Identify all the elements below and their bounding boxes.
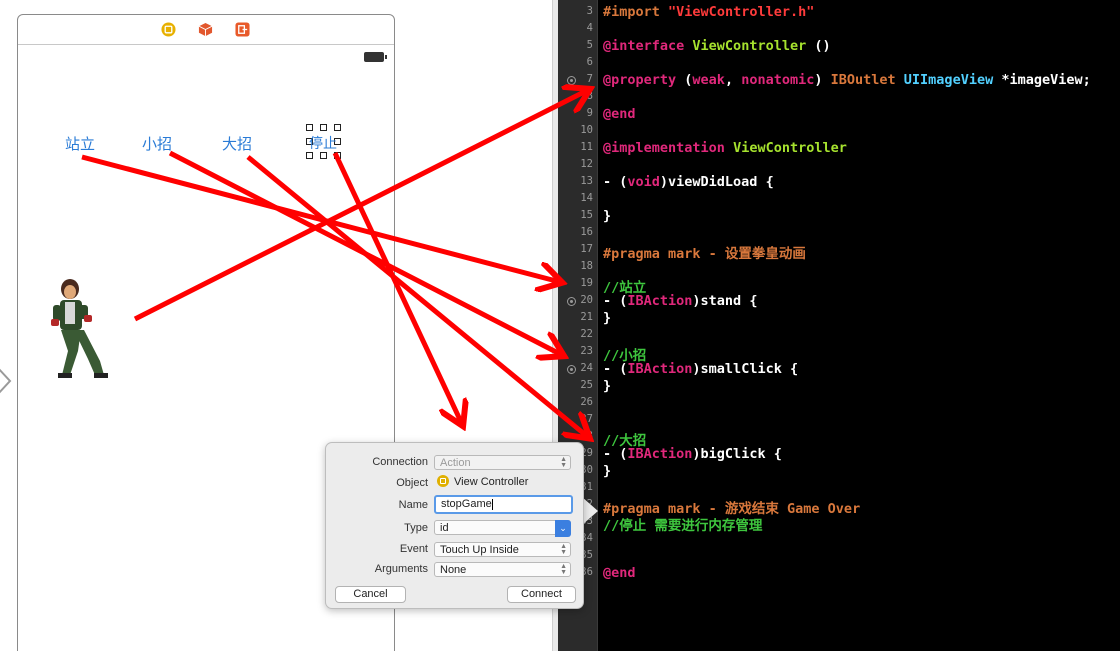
chevron-down-icon[interactable]: ⌄ bbox=[555, 520, 571, 537]
object-value: View Controller bbox=[437, 475, 529, 488]
line-number: 12 bbox=[580, 158, 593, 170]
code-line[interactable]: - (IBAction)bigClick { bbox=[603, 446, 782, 462]
view-controller-icon bbox=[437, 475, 449, 488]
type-combo[interactable]: id ⌄ bbox=[434, 520, 571, 537]
code-line[interactable]: } bbox=[603, 310, 611, 326]
event-value: Touch Up Inside bbox=[440, 544, 519, 556]
event-select[interactable]: Touch Up Inside ▲ ▼ bbox=[434, 542, 571, 557]
code-line[interactable]: #import "ViewController.h" bbox=[603, 4, 814, 20]
line-number: 11 bbox=[580, 141, 593, 153]
code-line[interactable]: - (IBAction)smallClick { bbox=[603, 361, 798, 377]
connection-circle-icon[interactable] bbox=[567, 76, 576, 85]
line-number: 26 bbox=[580, 396, 593, 408]
code-line[interactable]: } bbox=[603, 208, 611, 224]
type-value: id bbox=[440, 522, 449, 534]
popover-pointer bbox=[582, 497, 598, 525]
event-label: Event bbox=[399, 543, 428, 555]
stepper-icon: ▲ ▼ bbox=[560, 456, 567, 469]
resize-handle[interactable] bbox=[306, 152, 313, 159]
code-line[interactable]: @end bbox=[603, 106, 636, 122]
fighter-image-view[interactable] bbox=[48, 275, 112, 379]
line-number: 23 bbox=[580, 345, 593, 357]
exit-icon[interactable] bbox=[235, 22, 250, 37]
resize-handle[interactable] bbox=[334, 124, 341, 131]
connection-select: Action ▲ ▼ bbox=[434, 455, 571, 470]
line-number: 17 bbox=[580, 243, 593, 255]
connect-button[interactable]: Connect bbox=[507, 586, 576, 603]
arguments-value: None bbox=[440, 564, 467, 576]
line-number: 8 bbox=[586, 90, 593, 102]
cancel-button[interactable]: Cancel bbox=[335, 586, 406, 603]
code-line[interactable]: #pragma mark - 设置拳皇动画 bbox=[603, 242, 806, 262]
line-number: 4 bbox=[586, 22, 593, 34]
resize-handle[interactable] bbox=[320, 152, 327, 159]
code-line[interactable]: - (IBAction)stand { bbox=[603, 293, 757, 309]
code-line[interactable]: } bbox=[603, 463, 611, 479]
stand-button[interactable]: 站立 bbox=[65, 133, 95, 154]
scene-dock bbox=[18, 15, 394, 45]
view-controller-icon[interactable] bbox=[161, 22, 176, 37]
code-line[interactable]: - (void)viewDidLoad { bbox=[603, 174, 774, 190]
resize-handle[interactable] bbox=[320, 124, 327, 131]
line-number: 9 bbox=[586, 107, 593, 119]
connection-circle-icon[interactable] bbox=[567, 365, 576, 374]
line-number: 21 bbox=[580, 311, 593, 323]
stepper-icon: ▲ ▼ bbox=[560, 563, 567, 576]
arguments-label: Arguments bbox=[374, 563, 428, 575]
small-attack-button[interactable]: 小招 bbox=[142, 133, 172, 154]
connection-circle-icon[interactable] bbox=[567, 297, 576, 306]
line-number: 5 bbox=[586, 39, 593, 51]
line-number: 13 bbox=[580, 175, 593, 187]
object-value-text: View Controller bbox=[454, 476, 529, 488]
line-number: 14 bbox=[580, 192, 593, 204]
name-label: Name bbox=[398, 499, 428, 511]
line-number: 27 bbox=[580, 413, 593, 425]
name-input[interactable]: stopGame bbox=[434, 495, 573, 514]
line-number: 16 bbox=[580, 226, 593, 238]
connection-value: Action bbox=[440, 457, 471, 469]
code-line[interactable]: @property (weak, nonatomic) IBOutlet UII… bbox=[603, 72, 1091, 88]
arguments-select[interactable]: None ▲ ▼ bbox=[434, 562, 571, 577]
name-input-value: stopGame bbox=[441, 498, 492, 510]
line-number: 15 bbox=[580, 209, 593, 221]
code-line[interactable]: } bbox=[603, 378, 611, 394]
entry-point-arrow-icon bbox=[0, 368, 12, 394]
connection-label: Connection bbox=[372, 456, 428, 468]
stepper-icon: ▲ ▼ bbox=[560, 543, 567, 556]
line-number: 6 bbox=[586, 56, 593, 68]
code-line[interactable]: @end bbox=[603, 565, 636, 581]
line-number: 3 bbox=[586, 5, 593, 17]
line-number: 19 bbox=[580, 277, 593, 289]
type-label: Type bbox=[404, 522, 428, 534]
line-number: 25 bbox=[580, 379, 593, 391]
code-line[interactable]: @implementation ViewController bbox=[603, 140, 847, 156]
connection-popover: Connection Action ▲ ▼ Object View Control… bbox=[325, 442, 584, 609]
line-number: 22 bbox=[580, 328, 593, 340]
code-editor[interactable]: 3 4 5 6 7 8 9 10 11 12 13 14 15 16 17 18 19 20 21 22 23 24 25 2… bbox=[558, 0, 1120, 651]
line-number: 18 bbox=[580, 260, 593, 272]
line-number: 28 bbox=[580, 430, 593, 442]
line-number: 10 bbox=[580, 124, 593, 136]
code-line[interactable]: //停止 需要进行内存管理 bbox=[603, 514, 762, 534]
code-line[interactable]: @interface ViewController () bbox=[603, 38, 831, 54]
object-label: Object bbox=[396, 477, 428, 489]
resize-handle[interactable] bbox=[334, 152, 341, 159]
resize-handle[interactable] bbox=[306, 124, 313, 131]
big-attack-button[interactable]: 大招 bbox=[222, 133, 252, 154]
first-responder-icon[interactable] bbox=[198, 22, 213, 37]
stop-button[interactable]: 停止 bbox=[309, 133, 337, 153]
battery-icon bbox=[364, 52, 387, 62]
